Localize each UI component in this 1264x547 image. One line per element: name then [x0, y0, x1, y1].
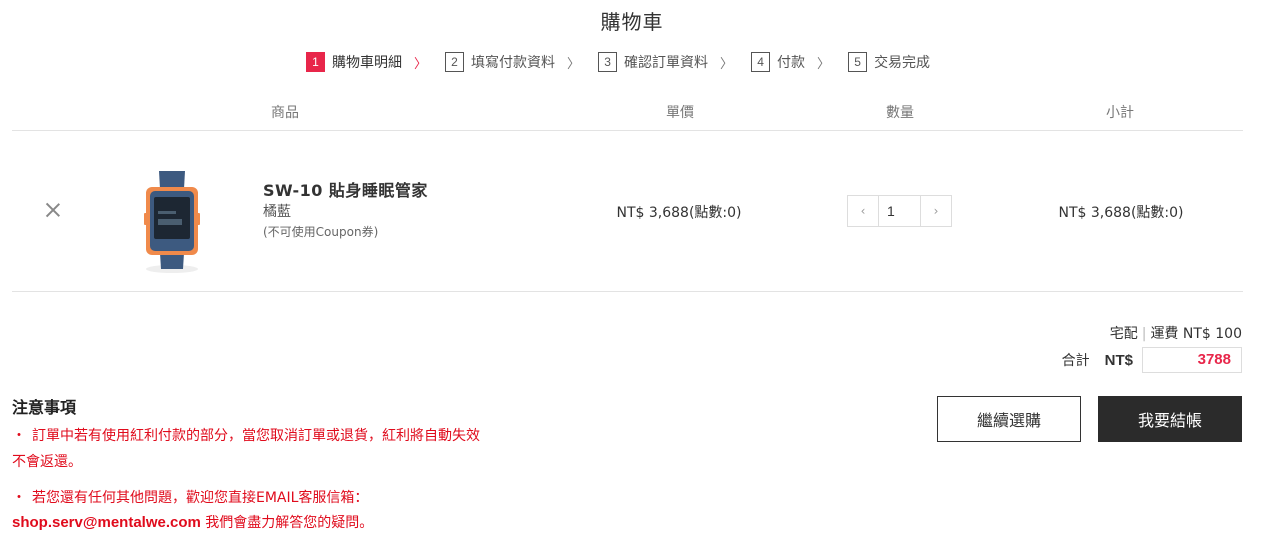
total-amount: 3788	[1142, 347, 1242, 373]
cart-table-header: 商品 單價 數量 小計	[12, 100, 1243, 131]
support-email-link[interactable]: shop.serv@mentalwe.com	[12, 514, 201, 531]
chevron-right-icon: 〉	[720, 56, 734, 72]
bullet: ・	[12, 428, 26, 444]
product-coupon-note: (不可使用Coupon券)	[263, 225, 379, 239]
chevron-right-icon: 〉	[567, 56, 581, 72]
header-quantity: 數量	[886, 105, 914, 121]
note-bonus-points-cont: 不會返還。	[12, 451, 82, 471]
step-label: 付款	[777, 55, 806, 71]
note-text: 不會返還。	[12, 454, 82, 470]
checkout-button[interactable]: 我要結帳	[1098, 396, 1242, 442]
header-subtotal: 小計	[1106, 105, 1134, 121]
chevron-right-icon: 〉	[414, 56, 428, 72]
decrease-quantity-button[interactable]: ‹	[847, 195, 879, 227]
notes-title: 注意事項	[12, 398, 77, 417]
note-contact: ・若您還有任何其他問題，歡迎您直接EMAIL客服信箱：	[12, 487, 368, 507]
step-number: 3	[598, 52, 618, 72]
note-bonus-points: ・訂單中若有使用紅利付款的部分，當您取消訂單或退貨，紅利將自動失效	[12, 425, 480, 445]
shipping-fee: 運費 NT$ 100	[1150, 326, 1242, 342]
note-text: 訂單中若有使用紅利付款的部分，當您取消訂單或退貨，紅利將自動失效	[32, 428, 480, 444]
bullet: ・	[12, 490, 26, 506]
total-currency: NT$	[1104, 351, 1133, 369]
shipping-method: 宅配	[1109, 326, 1138, 342]
step-payment: 4 付款 〉	[751, 52, 848, 72]
shipping-separator: |	[1141, 326, 1147, 342]
increase-quantity-button[interactable]: ›	[920, 195, 952, 227]
step-number: 5	[848, 52, 868, 72]
continue-shopping-button[interactable]: 繼續選購	[937, 396, 1081, 442]
total-label: 合計	[1061, 353, 1090, 369]
quantity-stepper: ‹ ›	[847, 195, 952, 227]
step-number: 4	[751, 52, 771, 72]
unit-price: NT$ 3,688(點數:0)	[616, 205, 742, 221]
quantity-input[interactable]	[879, 195, 920, 227]
product-name[interactable]: SW-10 貼身睡眠管家	[263, 177, 428, 201]
order-total: 合計 NT$ 3788	[1062, 347, 1242, 373]
step-fill-payment: 2 填寫付款資料 〉	[445, 52, 598, 72]
step-complete: 5 交易完成	[848, 52, 930, 72]
note-contact-email: shop.serv@mentalwe.com 我們會盡力解答您的疑問。	[12, 512, 373, 532]
checkout-steps: 1 購物車明細 〉 2 填寫付款資料 〉 3 確認訂單資料 〉 4 付款 〉 5…	[306, 51, 930, 73]
step-confirm-order: 3 確認訂單資料 〉	[598, 52, 751, 72]
step-label: 確認訂單資料	[624, 55, 709, 71]
cart-item-row: SW-10 貼身睡眠管家 橘藍 (不可使用Coupon券) NT$ 3,688(…	[12, 131, 1243, 292]
header-unit-price: 單價	[666, 105, 694, 121]
step-label: 交易完成	[874, 55, 931, 71]
note-text: 若您還有任何其他問題，歡迎您直接EMAIL客服信箱：	[32, 490, 369, 506]
step-label: 填寫付款資料	[471, 55, 556, 71]
shipping-info: 宅配 | 運費 NT$ 100	[1110, 323, 1242, 343]
step-number: 1	[306, 52, 325, 72]
smartwatch-product-image[interactable]	[132, 169, 212, 275]
step-number: 2	[445, 52, 465, 72]
header-product: 商品	[271, 105, 299, 121]
product-variant: 橘藍	[263, 204, 291, 220]
item-subtotal: NT$ 3,688(點數:0)	[1058, 205, 1184, 221]
step-cart-details: 1 購物車明細 〉	[306, 52, 445, 72]
page-title: 購物車	[600, 10, 664, 34]
note-text: 我們會盡力解答您的疑問。	[200, 515, 374, 531]
chevron-right-icon: 〉	[817, 56, 831, 72]
remove-item-icon[interactable]	[45, 202, 61, 218]
step-label: 購物車明細	[332, 55, 402, 71]
